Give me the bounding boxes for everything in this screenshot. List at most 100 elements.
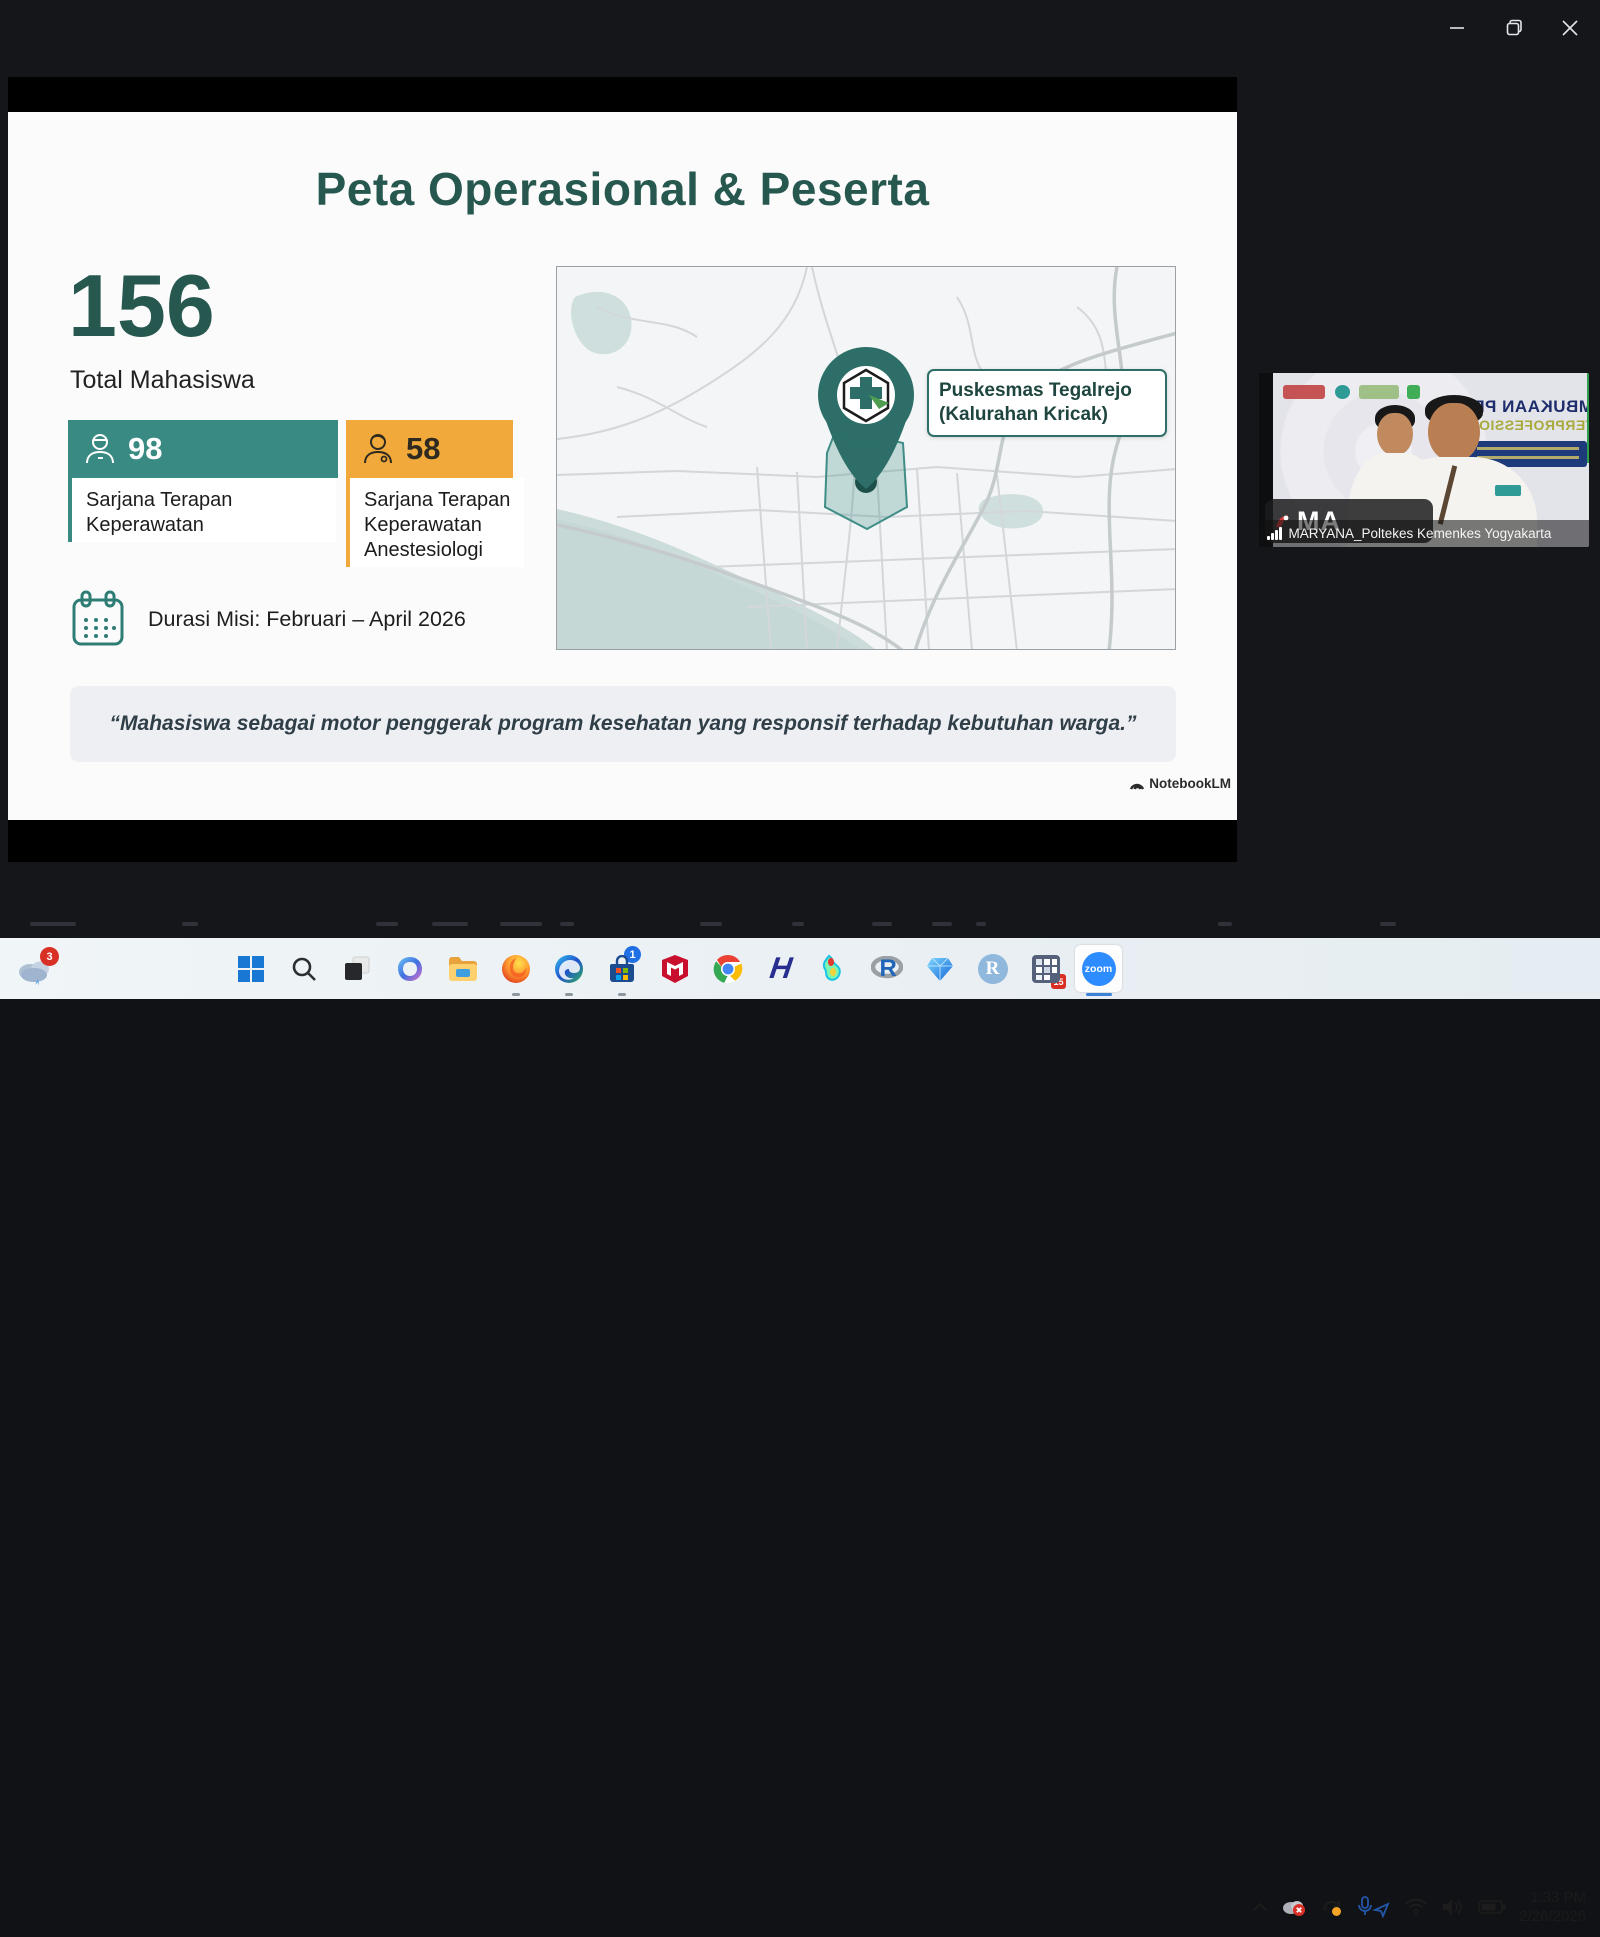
operational-map: Puskesmas Tegalrejo (Kalurahan Kricak) [556,266,1176,650]
stats-cards: 98 Sarjana Terapan Keperawatan 58 [68,420,524,567]
file-explorer-button[interactable] [436,938,489,999]
restore-button[interactable] [1501,14,1529,42]
map-location-line1: Puskesmas Tegalrejo [939,379,1155,403]
start-button[interactable] [224,938,277,999]
notebooklm-icon [1129,777,1145,791]
edge-button[interactable] [542,938,595,999]
map-location-label: Puskesmas Tegalrejo (Kalurahan Kricak) [927,369,1167,437]
microsoft-store-icon [608,955,636,983]
stat-label-anestesiologi: Sarjana Terapan Keperawatan Anestesiolog… [346,478,524,567]
presentation-slide: Peta Operasional & Peserta 156 Total Mah… [8,112,1237,820]
windows-taskbar: 3 [0,938,1600,999]
minimize-icon [1446,17,1468,39]
quote-banner: “Mahasiswa sebagai motor penggerak progr… [70,686,1176,762]
search-icon [291,956,317,982]
close-button[interactable] [1556,14,1584,42]
stat-value-anestesiologi: 58 [406,431,440,467]
firefox-icon [501,954,531,984]
tray-date: 2/26/2026 [1519,1907,1586,1926]
grid-app-icon [1031,954,1061,984]
doctor-icon [362,432,394,466]
background-artifact [932,922,952,926]
stat-card-anestesiologi: 58 Sarjana Terapan Keperawatan Anestesio… [346,420,524,567]
restore-icon [1504,17,1526,39]
background-artifact [376,922,398,926]
zoom-meeting-window: Peta Operasional & Peserta 156 Total Mah… [0,0,1600,999]
background-artifact [872,922,892,926]
background-artifact [182,922,198,926]
search-button[interactable] [277,938,330,999]
microsoft-store-button[interactable]: 1 [595,938,648,999]
mcafee-shield-icon [661,954,689,984]
wifi-button[interactable] [1404,1898,1428,1916]
banner-subtitle-mirrored: INTERPROFESSION [1468,417,1589,433]
person-front-head [1428,403,1480,461]
total-students-label: Total Mahasiswa [70,366,255,395]
total-students-number: 156 [68,260,215,352]
quote-text: “Mahasiswa sebagai motor penggerak progr… [110,712,1137,736]
chrome-icon [713,954,743,984]
wifi-icon [1404,1898,1428,1916]
diamond-app-button[interactable] [913,938,966,999]
banner-logo-green [1359,385,1399,399]
mcafee-button[interactable] [648,938,701,999]
gis-heatmap-app-button[interactable] [807,938,860,999]
shared-screen-area: Peta Operasional & Peserta 156 Total Mah… [8,77,1237,862]
update-restart-button[interactable] [1320,1896,1344,1918]
chrome-button[interactable] [701,938,754,999]
background-artifact [30,922,76,926]
banner-logo-red [1283,385,1325,399]
background-artifact [432,922,468,926]
notebooklm-watermark: NotebookLM [1129,776,1231,791]
weather-widget[interactable]: 3 [14,938,56,999]
mic-location-indicator[interactable] [1357,1896,1391,1918]
participant-name: MARYANA_Poltekes Kemenkes Yogyakarta [1289,526,1552,541]
rstudio-button[interactable]: R [966,938,1019,999]
banner-logo-plus [1407,385,1420,399]
background-artifact [1380,922,1396,926]
weather-notification-badge: 3 [40,947,59,966]
background-artifact [560,922,574,926]
taskbar-icon-row: 1 H [224,938,1125,999]
tray-chevron-button[interactable] [1252,1902,1268,1912]
tray-time: 1:33 PM [1519,1888,1586,1907]
zoom-icon-label: zoom [1085,963,1112,975]
background-artifact [700,922,722,926]
participant-video-tile[interactable]: PEMBUKAAN PRA INTERPROFESSION MA MARYANA… [1259,373,1589,547]
participant-name-bar: MARYANA_Poltekes Kemenkes Yogyakarta [1259,520,1589,547]
r-language-button[interactable]: R [860,938,913,999]
slide-title: Peta Operasional & Peserta [8,162,1237,216]
zoom-app-button[interactable]: zoom [1072,938,1125,999]
copilot-icon [396,955,424,983]
edge-icon [554,954,584,984]
firefox-button[interactable] [489,938,542,999]
notebooklm-text: NotebookLM [1149,776,1231,791]
background-artifact [1218,922,1232,926]
microphone-location-icon [1357,1896,1391,1918]
rstudio-letter: R [986,958,1000,980]
battery-icon [1478,1899,1506,1915]
h-app-button[interactable]: H [754,938,807,999]
banner-logo-teal [1335,385,1350,399]
clock-widget[interactable]: 1:33 PM 2/26/2026 [1519,1888,1586,1926]
person-back-head [1377,413,1413,455]
copilot-button[interactable] [383,938,436,999]
h-app-icon: H [767,952,793,986]
background-artifact [500,922,542,926]
background-artifact [976,922,986,926]
chevron-up-icon [1252,1902,1268,1912]
battery-button[interactable] [1478,1899,1506,1915]
onedrive-error-icon [1281,1897,1307,1917]
gis-heatmap-icon [819,954,849,984]
mission-duration-row: Durasi Misi: Februari – April 2026 [70,590,466,648]
volume-button[interactable] [1441,1897,1465,1917]
nurse-icon [84,432,116,466]
stat-card-keperawatan: 98 Sarjana Terapan Keperawatan [68,420,338,567]
task-view-button[interactable] [330,938,383,999]
shirt-badge [1495,485,1521,496]
minimize-button[interactable] [1443,14,1471,42]
onedrive-status-button[interactable] [1281,1897,1307,1917]
windows-start-icon [238,956,264,982]
background-artifact [792,922,804,926]
grid-app-button[interactable]: 15 [1019,938,1072,999]
